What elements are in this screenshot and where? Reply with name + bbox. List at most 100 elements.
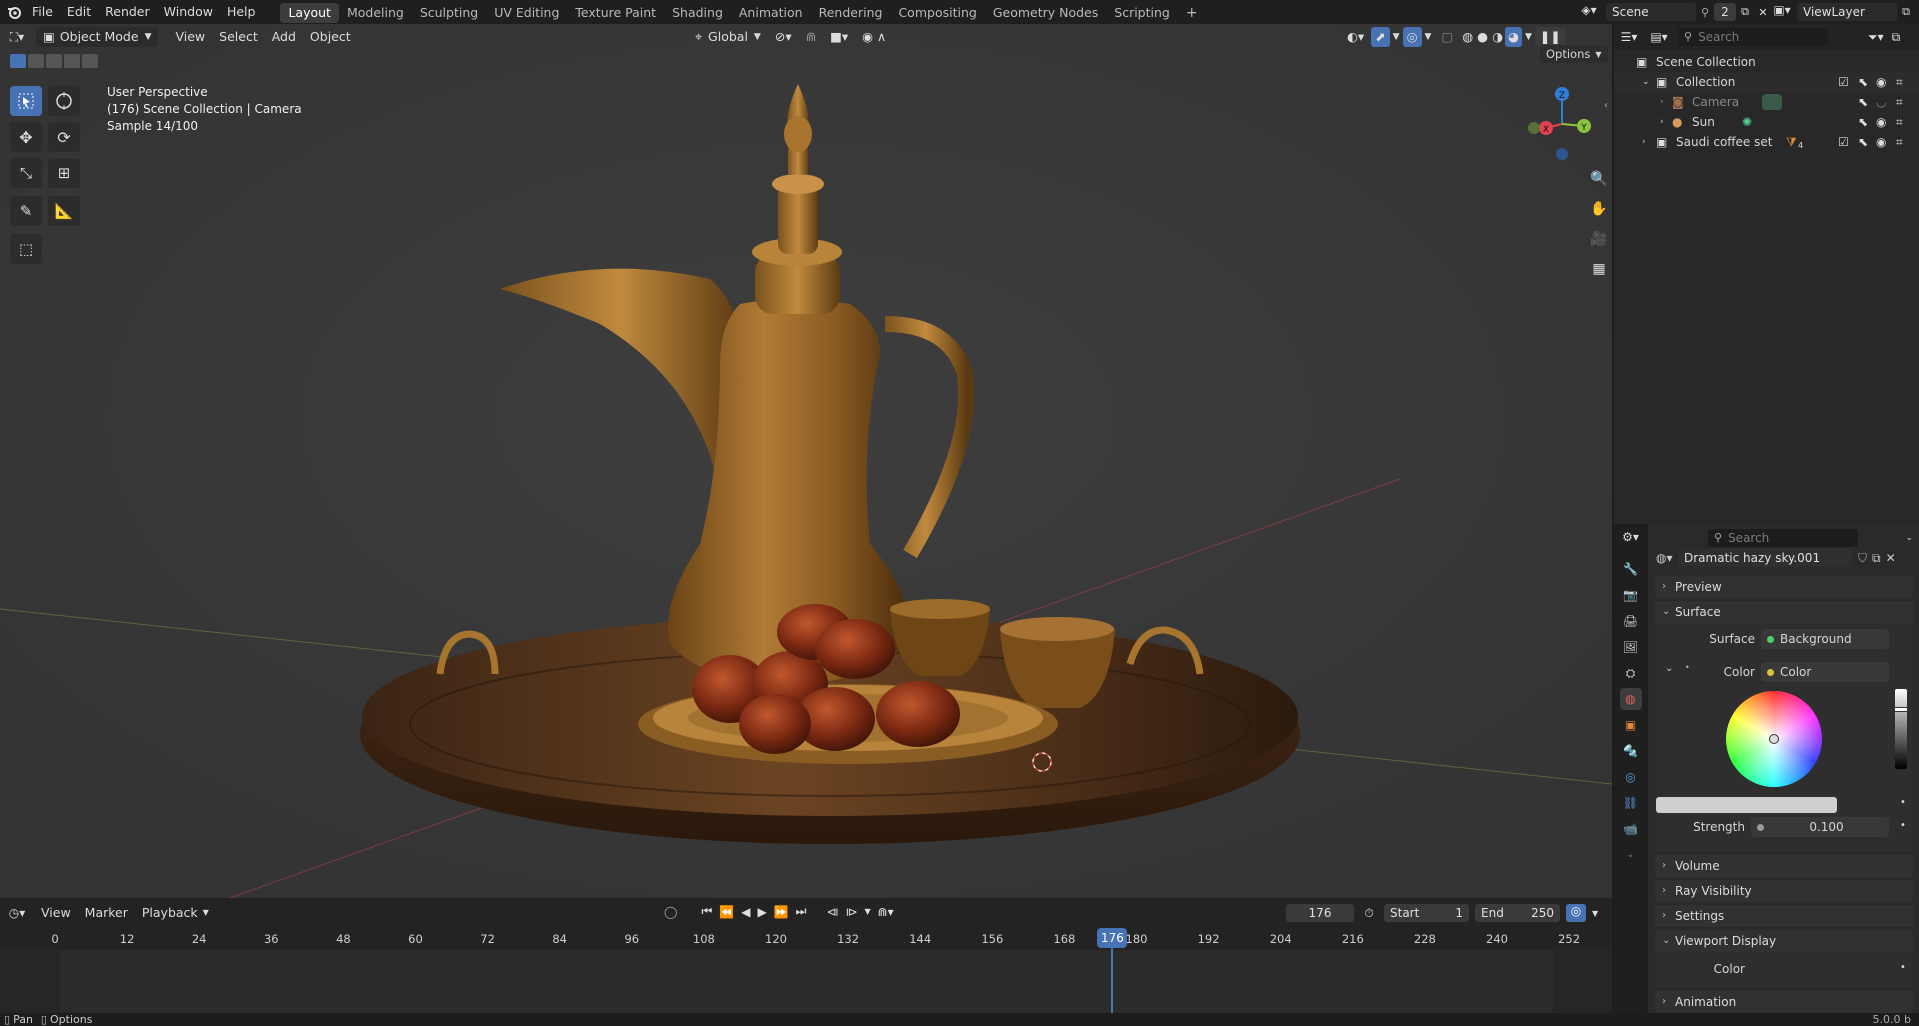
panel-animation[interactable]: › Animation [1655,991,1913,1013]
sidebar-toggle-icon[interactable]: ‹ [1604,100,1608,111]
more-tabs-icon[interactable]: ⌄ [1620,844,1642,866]
cursor-tool-icon[interactable] [48,86,80,116]
orientation-dropdown[interactable]: ⌖ Global ▼ [688,27,768,47]
color-swatch[interactable] [1656,797,1837,813]
display-mode-icon[interactable]: ▤▾ [1644,30,1674,44]
solid-shading-icon[interactable]: ● [1475,27,1490,47]
camera-view-icon[interactable]: 🎥 [1586,226,1612,252]
new-scene-icon[interactable]: ⧉ [1736,5,1754,19]
scene-collection-row[interactable]: ▣ Scene Collection [1614,52,1919,72]
properties-editor-type-icon[interactable]: ⚙▾ [1614,524,1647,550]
surface-shader-field[interactable]: Background [1761,629,1889,649]
menu-render[interactable]: Render [98,0,157,24]
color-input-field[interactable]: Color [1761,662,1889,682]
ortho-grid-icon[interactable]: ▦ [1586,256,1612,282]
chevron-down-icon[interactable]: ▼ [1592,909,1598,918]
render-tab-icon[interactable]: 📷 [1620,584,1642,606]
move-tool-icon[interactable]: ✥ [10,122,42,152]
tab-modeling[interactable]: Modeling [339,3,412,23]
selectable-icon[interactable]: ⬉ [1858,72,1868,92]
panel-ray-visibility[interactable]: › Ray Visibility [1655,880,1913,902]
outliner-row-camera[interactable]: › ◙ Camera ⬉ ◡ ⌗ [1614,92,1919,112]
timeline-menu-playback[interactable]: Playback ▼ [135,903,216,923]
scene-name-field[interactable]: Scene [1606,3,1696,21]
selectable-icon[interactable]: ⬉ [1858,132,1868,152]
end-frame-field[interactable]: End 250 [1475,904,1560,922]
select-invert-icon[interactable] [64,54,80,68]
tab-shading[interactable]: Shading [664,3,731,23]
visibility-icon[interactable]: ◐▾ [1340,27,1371,47]
value-slider[interactable] [1894,689,1908,769]
color-wheel[interactable] [1726,691,1822,787]
prev-marker-icon[interactable]: ⧏ [826,905,838,919]
select-box-tool-icon[interactable] [10,86,42,116]
filter-icon[interactable]: ⏷▾ [1868,30,1884,45]
tab-texture-paint[interactable]: Texture Paint [567,3,664,23]
jump-end-icon[interactable]: ⏭ [796,904,807,919]
eye-closed-icon[interactable]: ◡ [1876,92,1886,112]
constraints-tab-icon[interactable]: ⛓ [1620,792,1642,814]
world-tab-icon[interactable]: ◍ [1619,688,1642,710]
panel-settings[interactable]: › Settings [1655,905,1913,927]
menu-view[interactable]: View [168,27,212,47]
keying-dropdown-icon[interactable]: ▼ [864,907,870,916]
rotate-tool-icon[interactable]: ⟳ [48,122,80,152]
select-new-icon[interactable] [10,54,26,68]
world-icon[interactable]: ◍▾ [1656,551,1678,565]
eye-icon[interactable]: ◉ [1876,112,1886,132]
wireframe-shading-icon[interactable]: ◍ [1460,27,1475,47]
eye-icon[interactable]: ◉ [1876,72,1886,92]
tab-uv-editing[interactable]: UV Editing [486,3,567,23]
select-subtract-icon[interactable] [46,54,62,68]
mode-dropdown[interactable]: ▣ Object Mode ▼ [36,27,159,47]
chevron-right-icon[interactable]: › [1660,92,1664,112]
next-marker-icon[interactable]: ⧐ [845,905,857,919]
chevron-down-icon[interactable]: ⌄ [1905,533,1913,543]
current-frame-field[interactable]: 176 [1286,904,1354,922]
world-name-field[interactable]: Dramatic hazy sky.001 [1678,549,1852,567]
3d-viewport[interactable]: ⛶▾ ▣ Object Mode ▼ View Select Add Objec… [0,24,1612,898]
measure-tool-icon[interactable]: 📐 [48,196,80,226]
eye-icon[interactable]: ◉ [1876,132,1886,152]
data-tab-icon[interactable]: 📹 [1620,818,1642,840]
outliner-row-saudi-coffee-set[interactable]: › ▣ Saudi coffee set ⧩ 4 ☑ ⬉ ◉ ⌗ [1614,132,1919,152]
pause-render-icon[interactable]: ❚❚ [1534,27,1566,47]
menu-object[interactable]: Object [303,27,358,47]
modifiers-tab-icon[interactable]: 🔩 [1620,740,1642,762]
pan-hand-icon[interactable]: ✋ [1586,196,1612,222]
menu-file[interactable]: File [25,0,60,24]
new-collection-icon[interactable]: ⧉ [1892,30,1901,45]
chevron-right-icon[interactable]: › [1660,112,1664,132]
view-layer-tab-icon[interactable]: 🖼 [1620,636,1642,658]
timeline-menu-marker[interactable]: Marker [78,903,135,923]
gizmo-dropdown-icon[interactable]: ▼ [1390,27,1403,47]
xray-icon[interactable]: ▢ [1434,27,1460,47]
play-reverse-icon[interactable]: ◀ [741,905,750,919]
tab-layout[interactable]: Layout [280,3,339,23]
tab-sculpting[interactable]: Sculpting [412,3,486,23]
menu-select[interactable]: Select [212,27,265,47]
snap-icon[interactable]: ⋒ [799,27,823,47]
gizmo-toggle-icon[interactable]: ⬈ [1371,27,1390,47]
fake-user-icon[interactable]: ⛉ [1858,551,1867,566]
timeline-ruler[interactable]: 0 12 24 36 48 60 72 84 96 108 120 132 144 156 168 180 19… [0,928,1612,950]
render-camera-icon[interactable]: ⌗ [1896,72,1903,92]
transform-tool-icon[interactable]: ⊞ [48,158,80,188]
overlay-dropdown-icon[interactable]: ▼ [1422,27,1435,47]
keyframe-dot-icon[interactable]: • [1900,797,1906,808]
timeline-track-area[interactable] [0,950,1612,1013]
overlay-toggle-icon[interactable]: ◎ [1402,27,1422,47]
auto-keying-icon[interactable]: ◯ [664,905,677,919]
jump-start-icon[interactable]: ⏮ [701,904,712,919]
chevron-right-icon[interactable]: › [1642,132,1646,152]
keyframe-dot-icon[interactable]: • [1900,962,1906,973]
timeline-editor-type-icon[interactable]: ◷▾ [0,906,34,920]
render-camera-icon[interactable]: ⌗ [1896,112,1903,132]
checkbox-icon[interactable]: ☑ [1838,132,1849,152]
strength-field[interactable]: 0.100 [1751,817,1889,837]
outliner-row-sun[interactable]: › ● Sun ✺ ⬉ ◉ ⌗ [1614,112,1919,132]
viewlayer-icon[interactable]: ▣▾ [1771,3,1793,21]
unlink-world-icon[interactable]: ✕ [1886,551,1896,565]
blender-logo-icon[interactable] [3,0,25,24]
add-cube-tool-icon[interactable]: ⬚ [10,234,42,264]
